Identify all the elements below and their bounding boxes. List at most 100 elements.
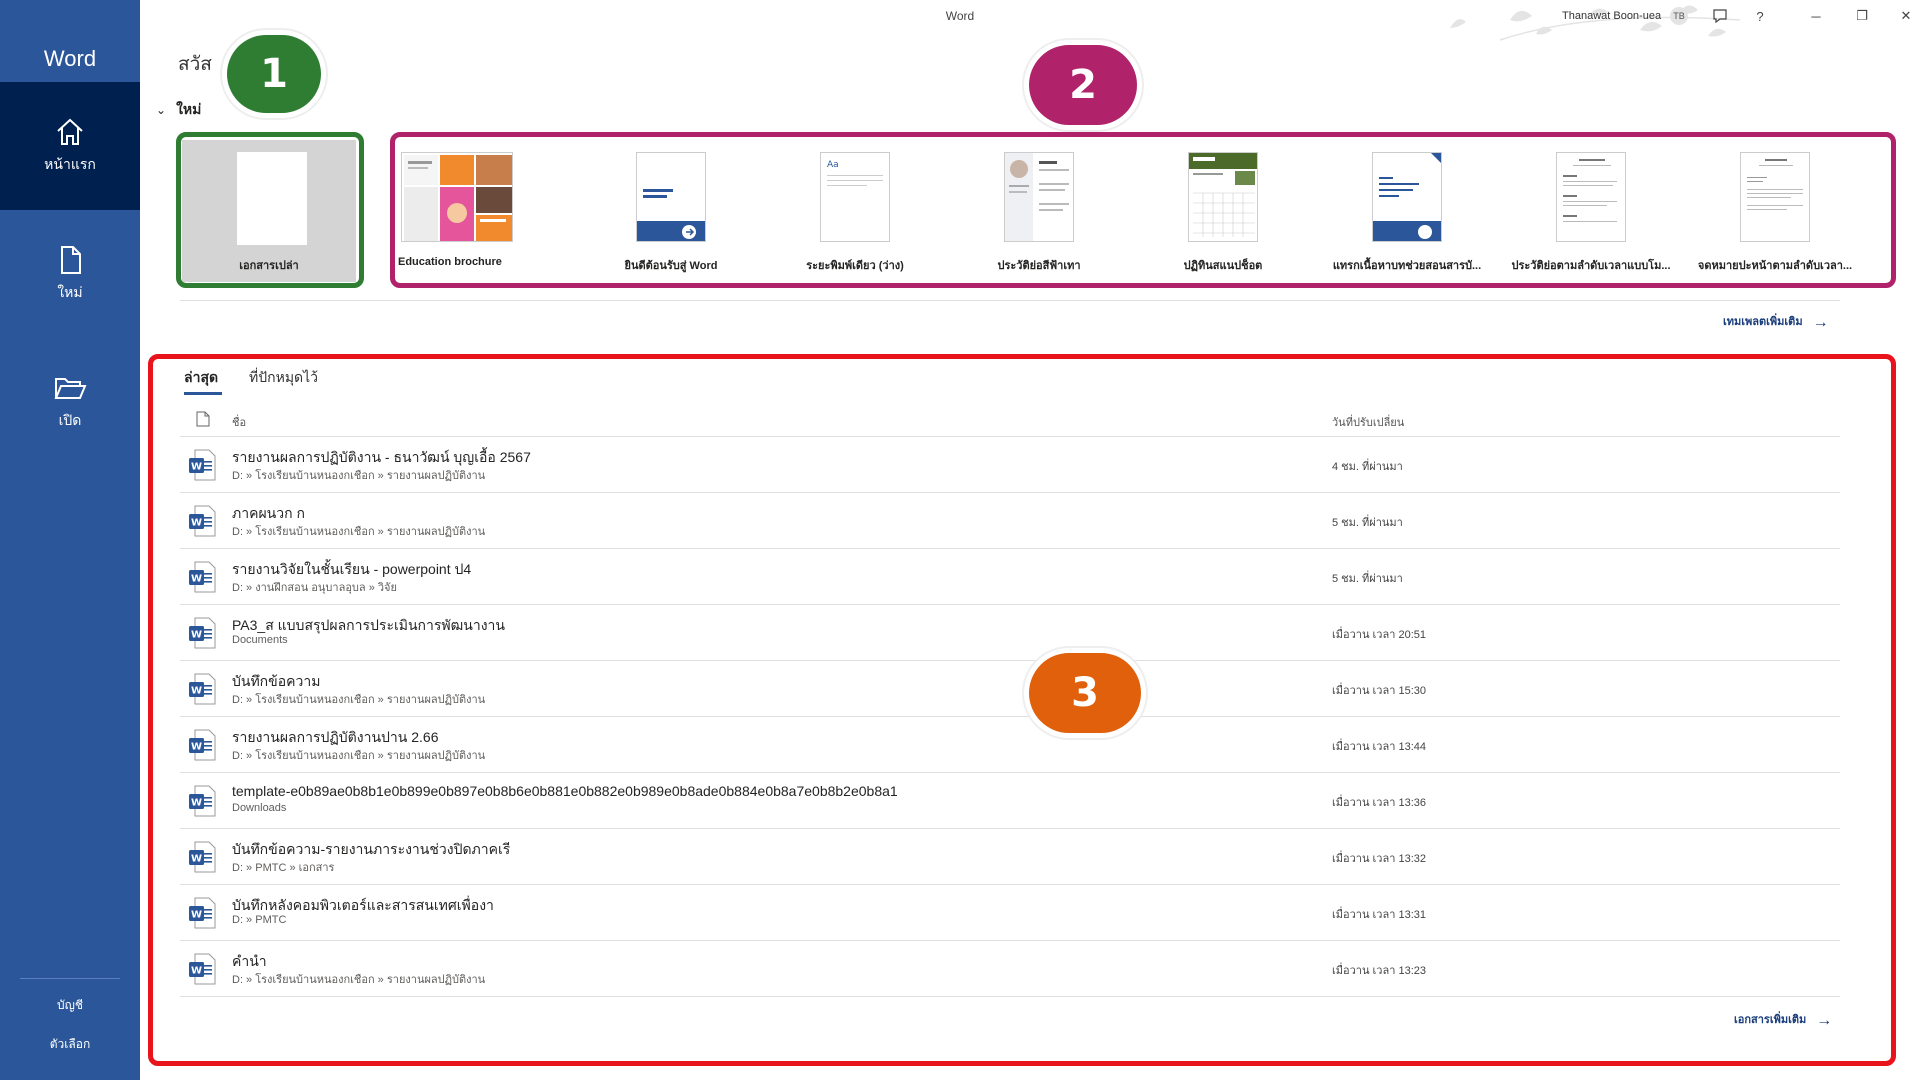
table-row[interactable]: W บันทึกข้อความ-รายงานภาระงานช่วงปิดภาคเร… (180, 829, 1840, 885)
svg-text:W: W (191, 742, 202, 753)
svg-text:W: W (191, 686, 202, 697)
svg-text:W: W (191, 574, 202, 585)
help-icon: ? (1756, 8, 1764, 24)
file-modified-date: เมื่อวาน เวลา 13:36 (1332, 797, 1426, 809)
template-label: จดหมายปะหน้าตามลำดับเวลา... (1697, 260, 1853, 272)
close-icon: ✕ (1900, 8, 1912, 23)
file-path: D: » โรงเรียนบ้านหนองกเชือก » รายงานผลปฏ… (232, 526, 486, 538)
table-row[interactable]: W รายงานวิจัยในชั้นเรียน - powerpoint ป4 D… (180, 549, 1840, 605)
tab-pinned[interactable]: ที่ปักหมุดไว้ (249, 367, 318, 389)
word-document-icon: W (189, 449, 216, 481)
template-thumbnail (1188, 152, 1258, 242)
word-document-icon: W (189, 617, 216, 649)
template-insert-toc-tutorial[interactable]: แทรกเนื้อหาบทช่วยสอนสารบั... (1316, 140, 1498, 282)
close-button[interactable]: ✕ (1894, 4, 1918, 28)
table-row[interactable]: W บันทึกข้อความ D: » โรงเรียนบ้านหนองกเชือ… (180, 661, 1840, 717)
sidebar-options[interactable]: ตัวเลือก (0, 1035, 140, 1054)
feedback-button[interactable] (1708, 4, 1732, 28)
template-thumbnail (1004, 152, 1074, 242)
greeting: สวัส (178, 54, 212, 75)
file-modified-date: 4 ชม. ที่ผ่านมา (1332, 461, 1403, 473)
template-single-spaced[interactable]: Aa ระยะพิมพ์เดียว (ว่าง) (764, 140, 946, 282)
template-modern-chronological-resume[interactable]: ประวัติย่อตามลำดับเวลาแบบโม... (1500, 140, 1682, 282)
home-icon (57, 118, 83, 145)
minimize-icon: ─ (1811, 8, 1821, 24)
template-label: แทรกเนื้อหาบทช่วยสอนสารบั... (1332, 260, 1482, 272)
file-name: template-e0b89ae0b8b1e0b899e0b897e0b8b6e… (232, 783, 898, 799)
sidebar-divider (20, 978, 120, 979)
file-modified-date: 5 ชม. ที่ผ่านมา (1332, 517, 1403, 529)
template-label: ปฏิทินสแนปช็อต (1183, 260, 1263, 272)
brochure-thumbnail-image (404, 155, 512, 241)
file-modified-date: เมื่อวาน เวลา 13:31 (1332, 909, 1426, 921)
template-welcome-to-word[interactable]: ยินดีต้อนรับสู่ Word (580, 140, 762, 282)
sidebar-item-new[interactable]: ใหม่ (0, 210, 140, 338)
template-label: ยินดีต้อนรับสู่ Word (624, 260, 718, 272)
sidebar-item-label: เปิด (58, 412, 82, 428)
minimize-button[interactable]: ─ (1804, 4, 1828, 28)
sidebar-item-home[interactable]: หน้าแรก (0, 82, 140, 210)
sidebar: Word หน้าแรก ใหม่ เปิด บัญชี ตัวเลือก (0, 0, 140, 1080)
more-templates-link[interactable]: เทมเพลตเพิ่มเติม → (1723, 312, 1829, 331)
template-label: ประวัติย่อตามลำดับเวลาแบบโม... (1511, 260, 1671, 272)
chrono-resume-thumbnail-image (1563, 159, 1617, 222)
template-thumbnail (1372, 152, 1442, 242)
table-row[interactable]: W PA3_ส แบบสรุปผลการประเมินการพัฒนางาน Doc… (180, 605, 1840, 661)
table-row[interactable]: W รายงานผลการปฏิบัติงาน - ธนาวัฒน์ บุญเอื… (180, 437, 1840, 493)
column-header-modified[interactable]: วันที่ปรับเปลี่ยน (1332, 413, 1404, 431)
svg-text:W: W (191, 630, 202, 641)
restore-icon: ❐ (1856, 8, 1868, 23)
word-document-icon: W (189, 953, 216, 985)
column-header-name[interactable]: ชื่อ (232, 413, 246, 431)
file-modified-date: เมื่อวาน เวลา 13:32 (1332, 853, 1426, 865)
template-label: ระยะพิมพ์เดียว (ว่าง) (806, 260, 904, 272)
welcome-thumbnail-image (637, 189, 705, 241)
table-row[interactable]: W ภาคผนวก ก D: » โรงเรียนบ้านหนองกเชือก » … (180, 493, 1840, 549)
annotation-badge-1: 1 (222, 30, 326, 118)
table-row[interactable]: Wtemplate-e0b89ae0b8b1e0b899e0b897e0b8b6… (180, 773, 1840, 829)
restore-button[interactable]: ❐ (1850, 4, 1874, 28)
toc-thumbnail-image (1373, 153, 1441, 241)
app-name: Word (43, 46, 97, 71)
new-document-icon (61, 246, 81, 274)
template-snapshot-calendar[interactable]: ปฏิทินสแนปช็อต (1132, 140, 1314, 282)
more-templates-label: เทมเพลตเพิ่มเติม (1723, 316, 1803, 328)
template-thumbnail (1740, 152, 1810, 242)
word-document-icon: W (189, 841, 216, 873)
file-path: D: » โรงเรียนบ้านหนองกเชือก » รายงานผลปฏ… (232, 750, 486, 762)
single-spaced-thumbnail-image: Aa (827, 160, 883, 186)
word-document-icon: W (189, 673, 216, 705)
arrow-right-icon: → (1812, 314, 1829, 331)
annotation-badge-2: 2 (1024, 40, 1142, 130)
tab-recent[interactable]: ล่าสุด (184, 367, 218, 389)
blank-page-thumbnail (237, 152, 307, 245)
title-bar: Word Thanawat Boon-uea TB ? ─ ❐ ✕ (140, 0, 1920, 41)
file-modified-date: เมื่อวาน เวลา 13:23 (1332, 965, 1426, 977)
file-path: D: » โรงเรียนบ้านหนองกเชือก » รายงานผลปฏ… (232, 974, 486, 986)
file-modified-date: เมื่อวาน เวลา 15:30 (1332, 685, 1426, 697)
template-education-brochure[interactable]: Education brochure (396, 140, 578, 282)
avatar[interactable]: TB (1670, 7, 1688, 25)
svg-text:W: W (191, 966, 202, 977)
template-chronological-cover-letter[interactable]: จดหมายปะหน้าตามลำดับเวลา... (1684, 140, 1866, 282)
more-documents-link[interactable]: เอกสารเพิ่มเติม → (1734, 1010, 1832, 1029)
sidebar-item-open[interactable]: เปิด (0, 338, 140, 466)
blank-document-tile[interactable]: เอกสารเปล่า (182, 140, 356, 282)
new-section-toggle[interactable]: ⌄ ใหม่ (156, 99, 201, 121)
svg-text:W: W (191, 798, 202, 809)
word-document-icon: W (189, 561, 216, 593)
template-blue-grey-resume[interactable]: ประวัติย่อสีฟ้าเทา (948, 140, 1130, 282)
table-row[interactable]: W รายงานผลการปฏิบัติงานปาน 2.66 D: » โรงเร… (180, 717, 1840, 773)
help-button[interactable]: ? (1748, 4, 1772, 28)
template-label: ประวัติย่อสีฟ้าเทา (997, 260, 1081, 272)
user-name[interactable]: Thanawat Boon-uea (1562, 10, 1661, 22)
sidebar-account[interactable]: บัญชี (0, 996, 140, 1015)
table-row[interactable]: W บันทึกหลังคอมพิวเตอร์และสารสนเทศเพื่องา… (180, 885, 1840, 941)
svg-text:W: W (191, 854, 202, 865)
template-thumbnail (1556, 152, 1626, 242)
svg-text:W: W (191, 910, 202, 921)
template-thumbnail (636, 152, 706, 242)
more-documents-label: เอกสารเพิ่มเติม (1734, 1014, 1807, 1026)
template-label: Education brochure (398, 256, 502, 268)
table-row[interactable]: W คำนำ D: » โรงเรียนบ้านหนองกเชือก » รายงา… (180, 941, 1840, 997)
